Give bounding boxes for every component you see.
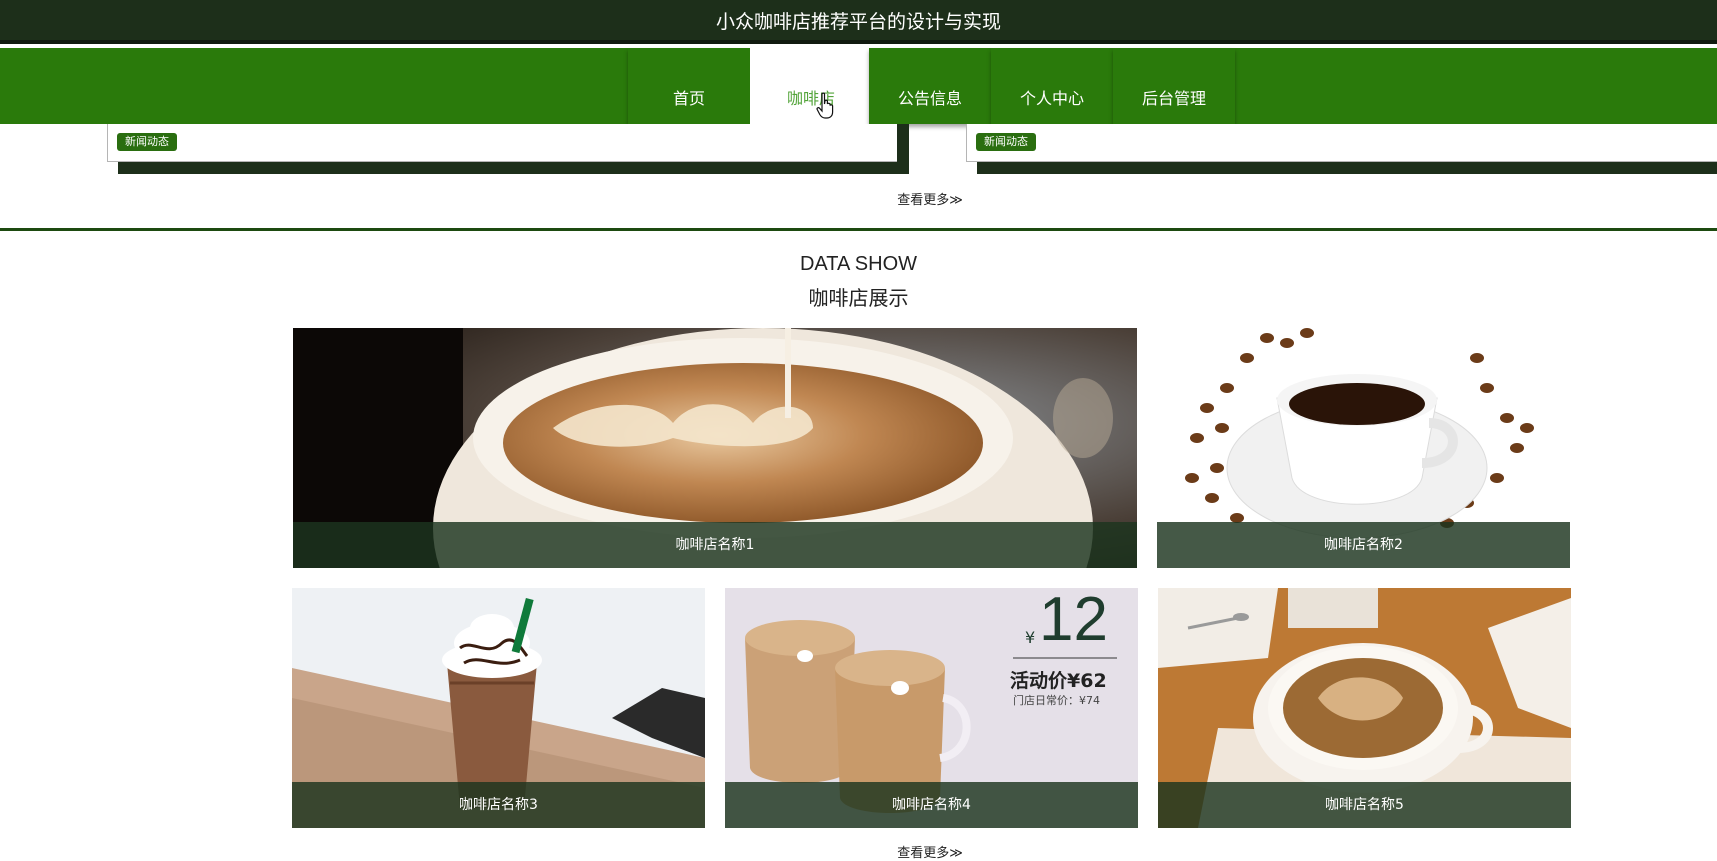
- cafe-card-caption: 咖啡店名称5: [1158, 782, 1571, 828]
- cafe-card-2[interactable]: 咖啡店名称2: [1157, 328, 1570, 568]
- promo-regular-price: 门店日常价：¥74: [1013, 694, 1100, 707]
- promo-activity-price: 活动价¥62: [1010, 670, 1107, 692]
- hand-cursor-icon: [816, 92, 834, 119]
- nav-item-home[interactable]: 首页: [628, 48, 750, 124]
- cafe-card-caption: 咖啡店名称3: [292, 782, 705, 828]
- news-badge: 新闻动态: [117, 133, 177, 151]
- promo-currency: ¥: [1025, 628, 1036, 647]
- site-header: 小众咖啡店推荐平台的设计与实现: [0, 0, 1717, 44]
- section-divider: [0, 228, 1717, 231]
- section-title-cn: 咖啡店展示: [808, 286, 909, 310]
- nav-item-profile[interactable]: 个人中心: [991, 48, 1113, 124]
- main-nav: 首页 咖啡店 公告信息 个人中心 后台管理: [0, 48, 1717, 124]
- cafe-card-5[interactable]: 咖啡店名称5: [1158, 588, 1571, 828]
- news-card-shadow: [977, 162, 1717, 174]
- section-title-en: DATA SHOW: [799, 253, 918, 275]
- cafe-card-1[interactable]: 咖啡店名称1: [293, 328, 1137, 568]
- news-card[interactable]: [107, 124, 897, 162]
- nav-item-cafes[interactable]: 咖啡店: [750, 48, 872, 124]
- page: 小众咖啡店推荐平台的设计与实现 首页 咖啡店 公告信息 个人中心 后台管理 新闻…: [0, 0, 1717, 861]
- news-more-link[interactable]: 查看更多≫: [830, 189, 1030, 208]
- site-title: 小众咖啡店推荐平台的设计与实现: [715, 11, 1001, 33]
- cafe-card-4[interactable]: ¥ 12 活动价¥62 门店日常价：¥74 咖啡店名称4: [725, 588, 1138, 828]
- showcase-more-link[interactable]: 查看更多≫: [830, 842, 1030, 861]
- nav-item-admin[interactable]: 后台管理: [1113, 48, 1235, 124]
- news-card-shadow: [118, 162, 909, 174]
- news-badge: 新闻动态: [976, 133, 1036, 151]
- cafe-card-caption: 咖啡店名称1: [293, 522, 1137, 568]
- cafe-card-caption: 咖啡店名称4: [725, 782, 1138, 828]
- cafe-card-caption: 咖啡店名称2: [1157, 522, 1570, 568]
- nav-item-announcements[interactable]: 公告信息: [869, 48, 991, 124]
- cafe-card-3[interactable]: 咖啡店名称3: [292, 588, 705, 828]
- news-card[interactable]: [966, 124, 1717, 162]
- promo-price: 12: [1039, 588, 1108, 654]
